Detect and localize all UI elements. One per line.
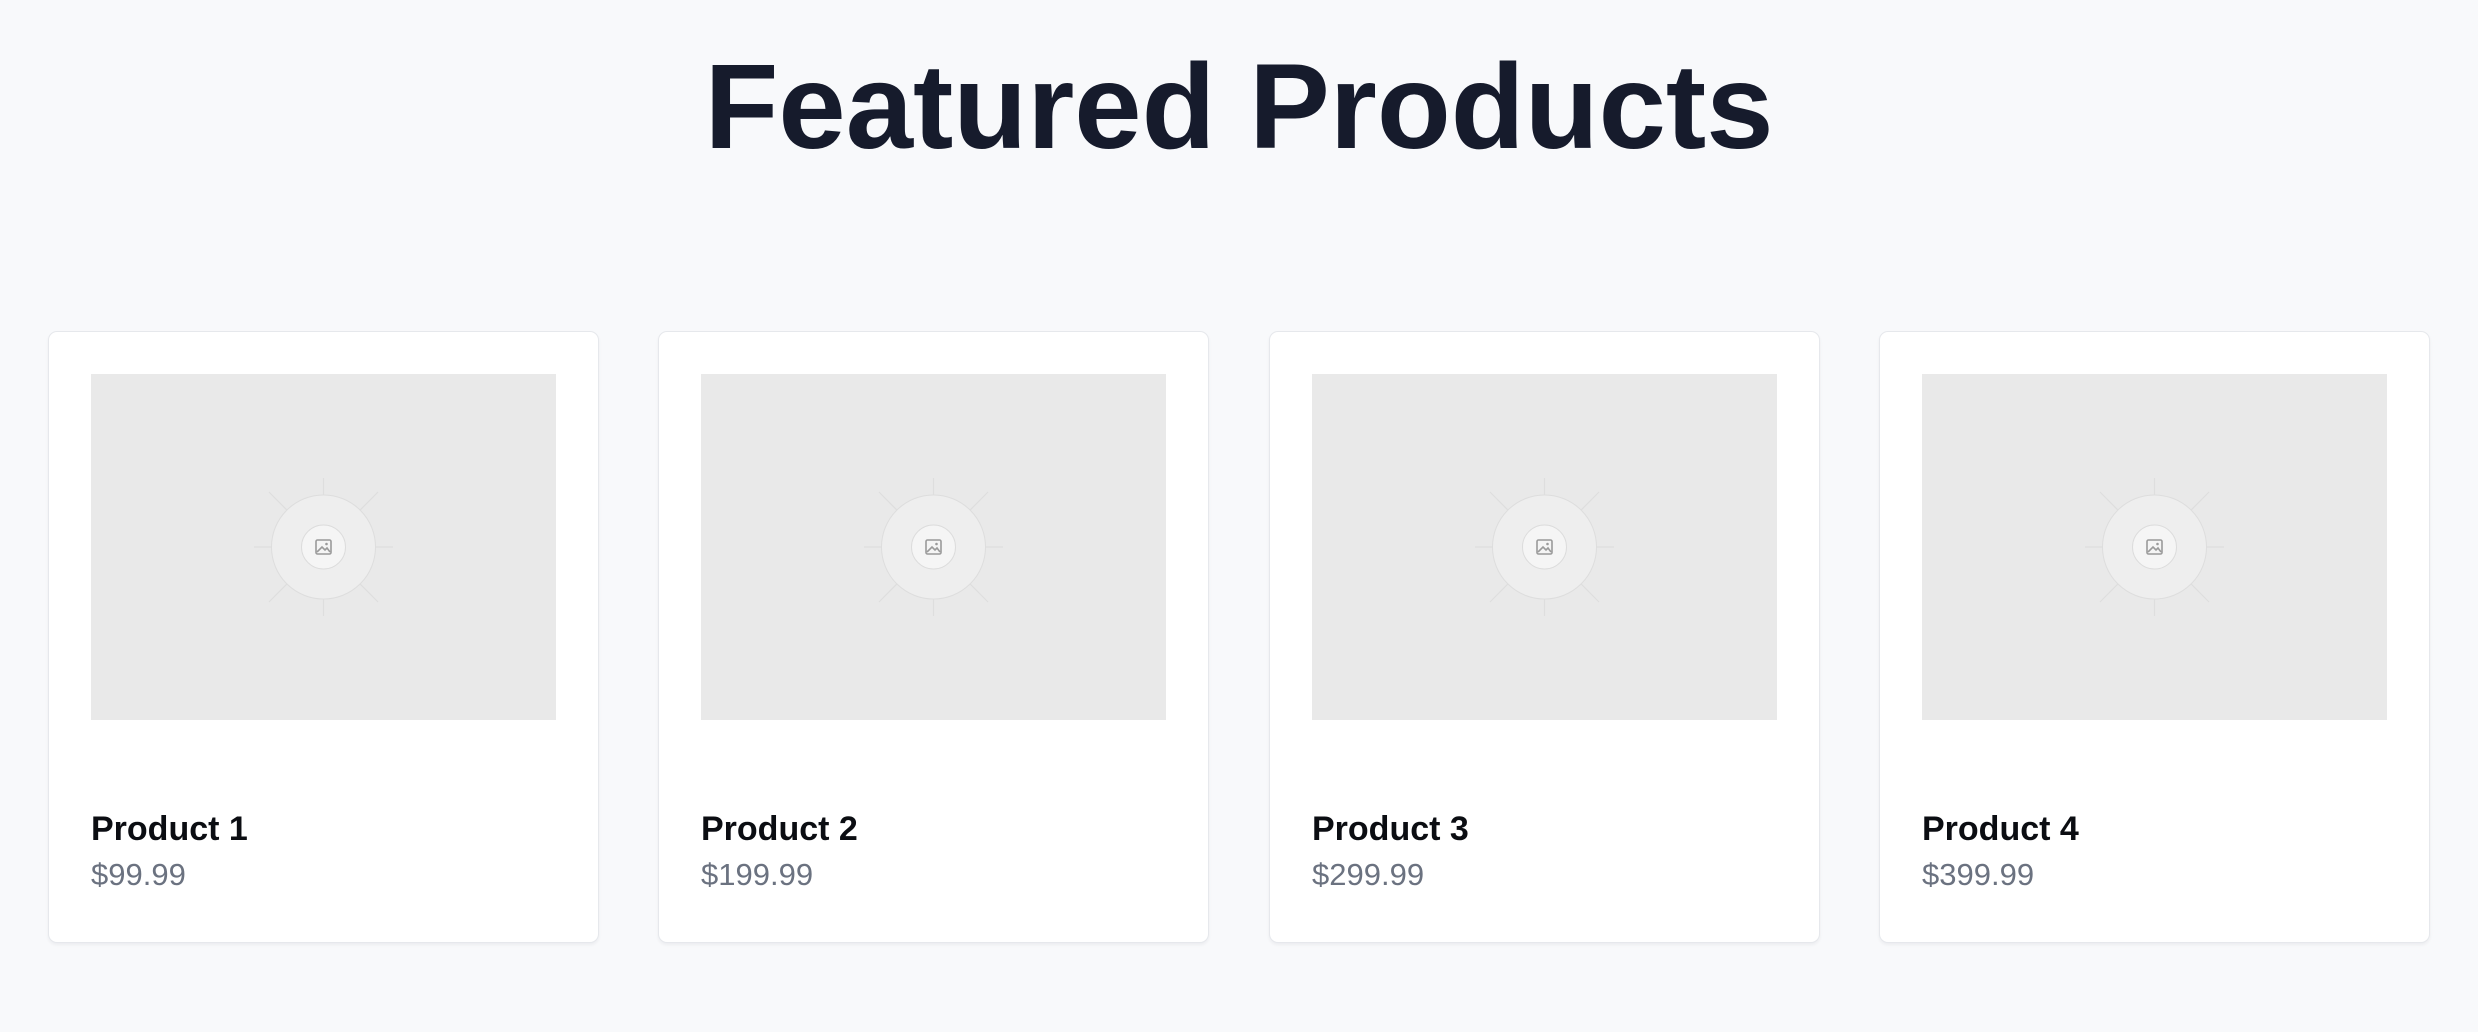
product-price: $399.99	[1922, 857, 2035, 892]
product-grid: Product 1 $99.99 Product 2 $199.99 Produ…	[48, 331, 2430, 943]
product-card-4[interactable]: Product 4 $399.99	[1879, 331, 2430, 943]
image-placeholder-icon	[254, 478, 393, 616]
product-image-placeholder[interactable]	[701, 374, 1166, 720]
product-price: $99.99	[91, 857, 186, 892]
product-name[interactable]: Product 3	[1312, 807, 1469, 851]
product-name[interactable]: Product 2	[701, 807, 858, 851]
page-title: Featured Products	[704, 38, 1774, 174]
product-image-placeholder[interactable]	[1922, 374, 2387, 720]
product-card-1[interactable]: Product 1 $99.99	[48, 331, 599, 943]
product-price: $299.99	[1312, 857, 1425, 892]
image-placeholder-icon	[1475, 478, 1614, 616]
product-price: $199.99	[701, 857, 814, 892]
image-placeholder-icon	[2085, 478, 2224, 616]
product-name[interactable]: Product 4	[1922, 807, 2079, 851]
product-name[interactable]: Product 1	[91, 807, 248, 851]
product-card-3[interactable]: Product 3 $299.99	[1269, 331, 1820, 943]
product-image-placeholder[interactable]	[1312, 374, 1777, 720]
product-card-2[interactable]: Product 2 $199.99	[658, 331, 1209, 943]
image-placeholder-icon	[864, 478, 1003, 616]
product-image-placeholder[interactable]	[91, 374, 556, 720]
